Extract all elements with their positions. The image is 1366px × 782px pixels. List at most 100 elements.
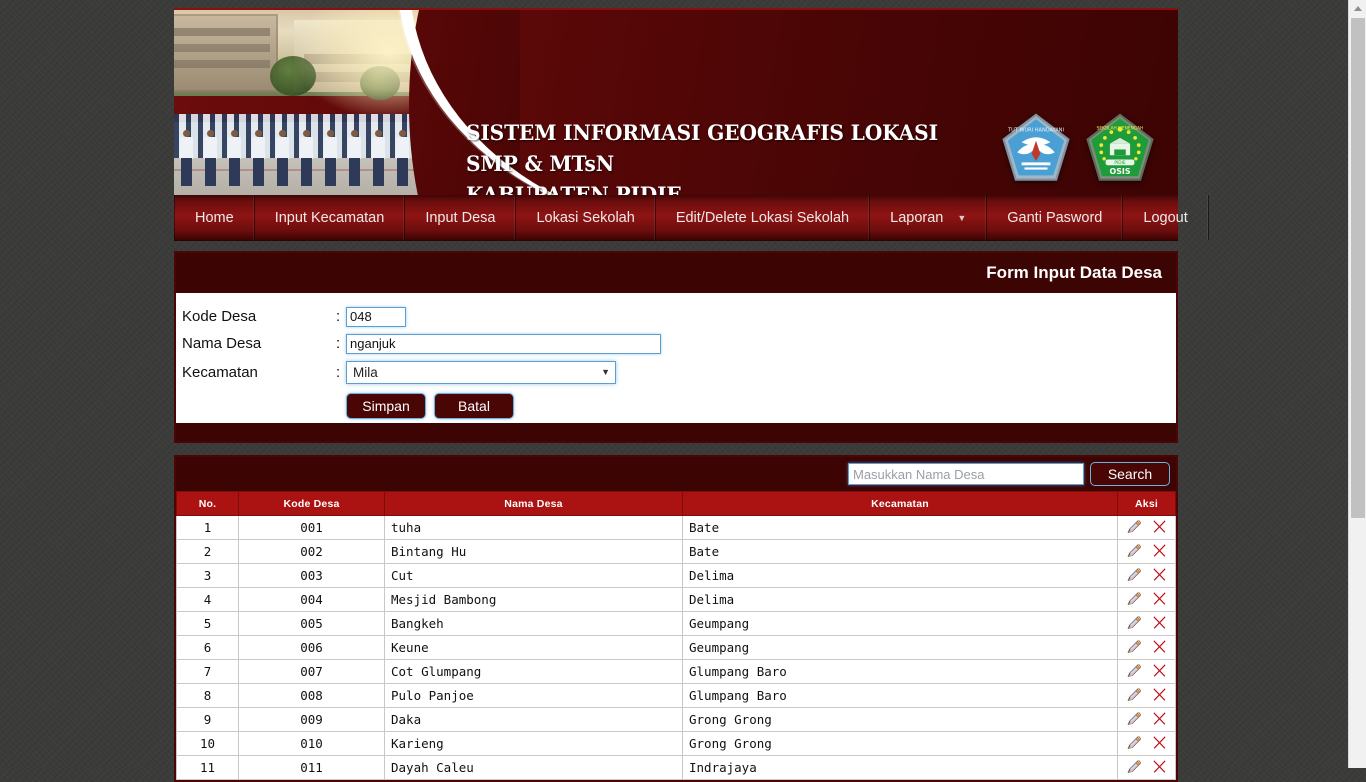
tut-wuri-handayani-logo: TUT WURI HANDAYANI bbox=[1002, 113, 1070, 181]
table-row: 7 007 Cot Glumpang Glumpang Baro bbox=[176, 659, 1176, 684]
pencil-edit-icon[interactable] bbox=[1126, 590, 1143, 610]
cell-kecamatan: Delima bbox=[682, 563, 1118, 588]
red-x-delete-icon[interactable] bbox=[1151, 734, 1168, 754]
table-header: No. Kode Desa Nama Desa Kecamatan Aksi bbox=[176, 491, 1176, 516]
label-kecamatan: Kecamatan bbox=[182, 363, 258, 381]
banner-title: SISTEM INFORMASI GEOGRAFIS LOKASI SMP & … bbox=[466, 118, 992, 195]
nav-item-edit-delete-lokasi-sekolah[interactable]: Edit/Delete Lokasi Sekolah bbox=[656, 195, 871, 240]
vertical-scrollbar[interactable] bbox=[1348, 0, 1366, 768]
cell-kode-desa: 006 bbox=[238, 635, 385, 660]
table-row: 6 006 Keune Geumpang bbox=[176, 635, 1176, 660]
scroll-up-arrow-icon[interactable] bbox=[1349, 0, 1366, 17]
pencil-edit-icon[interactable] bbox=[1126, 542, 1143, 562]
cell-aksi bbox=[1117, 731, 1176, 756]
cell-kode-desa: 008 bbox=[238, 683, 385, 708]
cell-kecamatan: Glumpang Baro bbox=[682, 659, 1118, 684]
cell-aksi bbox=[1117, 515, 1176, 540]
banner-title-line2: KABUPATEN PIDIE bbox=[466, 180, 992, 195]
form-panel: Form Input Data Desa Kode Desa : Nama De… bbox=[174, 251, 1178, 443]
nav-item-ganti-pasword[interactable]: Ganti Pasword bbox=[987, 195, 1124, 240]
col-no: No. bbox=[176, 491, 239, 516]
cell-nama-desa: Karieng bbox=[384, 731, 683, 756]
pencil-edit-icon[interactable] bbox=[1126, 566, 1143, 586]
cell-no: 1 bbox=[176, 515, 239, 540]
header-logos: TUT WURI HANDAYANI SEKOLAH MENENGAH PIDI… bbox=[1000, 112, 1156, 184]
main-navigation: Home Input Kecamatan Input Desa Lokasi S… bbox=[174, 195, 1209, 241]
nav-item-home[interactable]: Home bbox=[174, 195, 255, 240]
red-x-delete-icon[interactable] bbox=[1151, 590, 1168, 610]
svg-text:PIDIE: PIDIE bbox=[1114, 160, 1125, 166]
site-header-banner: SISTEM INFORMASI GEOGRAFIS LOKASI SMP & … bbox=[174, 8, 1178, 195]
kecamatan-selected-value: Mila bbox=[353, 364, 378, 380]
kode-desa-input[interactable] bbox=[346, 306, 406, 327]
red-x-delete-icon[interactable] bbox=[1151, 638, 1168, 658]
nama-desa-input[interactable] bbox=[346, 333, 661, 354]
cell-nama-desa: Keune bbox=[384, 635, 683, 660]
colon: : bbox=[336, 308, 341, 325]
cell-nama-desa: Mesjid Bambong bbox=[384, 587, 683, 612]
red-x-delete-icon[interactable] bbox=[1151, 518, 1168, 538]
pencil-edit-icon[interactable] bbox=[1126, 710, 1143, 730]
cell-aksi bbox=[1117, 587, 1176, 612]
cell-kecamatan: Geumpang bbox=[682, 635, 1118, 660]
list-toolbar: Search bbox=[176, 457, 1176, 491]
table-row: 2 002 Bintang Hu Bate bbox=[176, 539, 1176, 564]
col-nama-desa: Nama Desa bbox=[384, 491, 683, 516]
red-x-delete-icon[interactable] bbox=[1151, 686, 1168, 706]
pencil-edit-icon[interactable] bbox=[1126, 686, 1143, 706]
nav-label: Input Desa bbox=[425, 209, 496, 226]
nav-item-laporan[interactable]: Laporan ▼ bbox=[870, 195, 988, 240]
nav-label: Input Kecamatan bbox=[274, 209, 385, 226]
red-x-delete-icon[interactable] bbox=[1151, 710, 1168, 730]
nav-label: Lokasi Sekolah bbox=[536, 209, 635, 226]
nav-label: Edit/Delete Lokasi Sekolah bbox=[675, 209, 850, 226]
form-row-kecamatan: Kecamatan : Mila ▼ bbox=[176, 357, 1176, 387]
svg-text:OSIS: OSIS bbox=[1109, 167, 1130, 176]
red-x-delete-icon[interactable] bbox=[1151, 662, 1168, 682]
cancel-button[interactable]: Batal bbox=[434, 393, 514, 419]
cell-aksi bbox=[1117, 683, 1176, 708]
save-button[interactable]: Simpan bbox=[346, 393, 426, 419]
cell-kode-desa: 007 bbox=[238, 659, 385, 684]
scrollbar-thumb[interactable] bbox=[1351, 18, 1365, 518]
red-x-delete-icon[interactable] bbox=[1151, 566, 1168, 586]
cell-kode-desa: 001 bbox=[238, 515, 385, 540]
search-button[interactable]: Search bbox=[1090, 462, 1170, 486]
cell-kode-desa: 003 bbox=[238, 563, 385, 588]
cell-kode-desa: 010 bbox=[238, 731, 385, 756]
nav-label: Laporan bbox=[890, 209, 944, 226]
page-container: SISTEM INFORMASI GEOGRAFIS LOKASI SMP & … bbox=[174, 0, 1209, 782]
nav-item-input-desa[interactable]: Input Desa bbox=[405, 195, 517, 240]
nav-label: Home bbox=[195, 209, 234, 226]
col-aksi: Aksi bbox=[1117, 491, 1176, 516]
table-body: 1 001 tuha Bate 2 002 Bintang Hu Bate 3 003 Cut Del… bbox=[176, 515, 1176, 780]
form-buttons: Simpan Batal bbox=[346, 393, 1176, 419]
nav-item-lokasi-sekolah[interactable]: Lokasi Sekolah bbox=[516, 195, 656, 240]
cell-nama-desa: Daka bbox=[384, 707, 683, 732]
nav-label: Logout bbox=[1143, 209, 1188, 226]
table-row: 5 005 Bangkeh Geumpang bbox=[176, 611, 1176, 636]
pencil-edit-icon[interactable] bbox=[1126, 518, 1143, 538]
search-input[interactable] bbox=[848, 463, 1084, 485]
nav-label: Ganti Pasword bbox=[1007, 209, 1103, 226]
red-x-delete-icon[interactable] bbox=[1151, 614, 1168, 634]
table-header-row: No. Kode Desa Nama Desa Kecamatan Aksi bbox=[176, 491, 1176, 516]
nav-item-logout[interactable]: Logout bbox=[1123, 195, 1209, 240]
colon: : bbox=[336, 335, 341, 352]
pencil-edit-icon[interactable] bbox=[1126, 734, 1143, 754]
pencil-edit-icon[interactable] bbox=[1126, 662, 1143, 682]
cell-no: 10 bbox=[176, 731, 239, 756]
table-row: 4 004 Mesjid Bambong Delima bbox=[176, 587, 1176, 612]
form-row-kode-desa: Kode Desa : bbox=[176, 303, 1176, 330]
kecamatan-select[interactable]: Mila ▼ bbox=[346, 360, 616, 384]
cell-kode-desa: 004 bbox=[238, 587, 385, 612]
nav-item-input-kecamatan[interactable]: Input Kecamatan bbox=[255, 195, 406, 240]
form-panel-footer bbox=[176, 423, 1176, 441]
pencil-edit-icon[interactable] bbox=[1126, 614, 1143, 634]
banner-title-line1: SISTEM INFORMASI GEOGRAFIS LOKASI SMP & … bbox=[466, 121, 938, 177]
pencil-edit-icon[interactable] bbox=[1126, 638, 1143, 658]
label-nama-desa: Nama Desa bbox=[182, 335, 262, 352]
cell-kecamatan: Grong Grong bbox=[682, 707, 1118, 732]
cell-kode-desa: 009 bbox=[238, 707, 385, 732]
red-x-delete-icon[interactable] bbox=[1151, 542, 1168, 562]
